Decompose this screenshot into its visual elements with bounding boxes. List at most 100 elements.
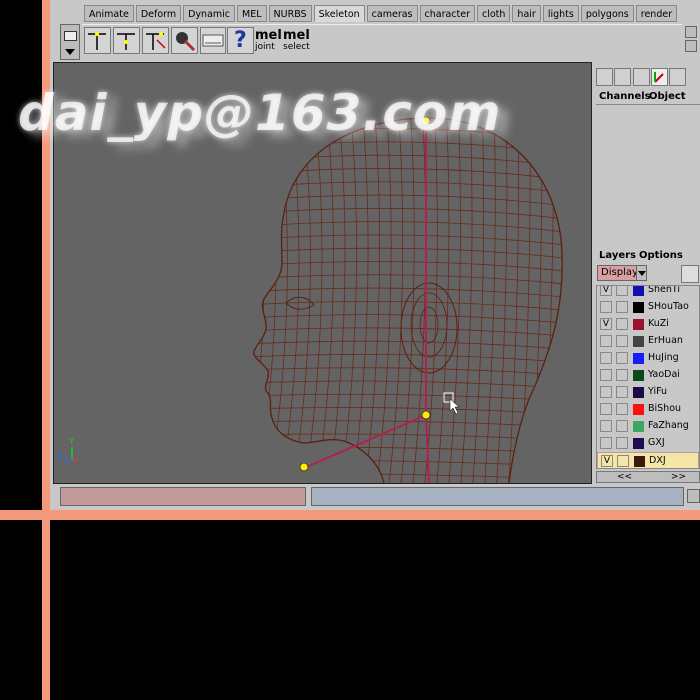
layer-visibility-toggle[interactable] — [600, 420, 612, 432]
insert-joint-button[interactable] — [113, 27, 140, 54]
layer-template-toggle[interactable] — [616, 437, 628, 449]
outliner-icon[interactable] — [651, 68, 668, 86]
layers-options[interactable]: Options — [639, 250, 683, 261]
tab-mel[interactable]: MEL — [237, 5, 267, 22]
mel-select-button[interactable]: mel select — [282, 27, 310, 54]
panel-toggle-icon[interactable] — [669, 68, 686, 86]
layer-visibility-toggle[interactable] — [600, 386, 612, 398]
layer-visibility-toggle[interactable] — [600, 352, 612, 364]
layer-template-toggle[interactable] — [616, 335, 628, 347]
layer-template-toggle[interactable] — [616, 286, 628, 296]
guide-line-horizontal — [0, 510, 700, 520]
layer-visibility-toggle[interactable]: V — [601, 455, 613, 467]
tool-settings-icon[interactable] — [633, 68, 650, 86]
layer-color-swatch[interactable] — [633, 421, 644, 432]
layer-row[interactable]: FaZhang — [597, 418, 699, 435]
tab-dynamic[interactable]: Dynamic — [183, 5, 236, 22]
help-button[interactable]: ? — [227, 27, 254, 54]
ik-handle-button[interactable] — [171, 27, 198, 54]
layer-color-swatch[interactable] — [633, 370, 644, 381]
layer-row[interactable]: V DXJ — [597, 452, 699, 468]
layer-row[interactable]: V KuZi — [597, 316, 699, 333]
tab-hair[interactable]: hair — [512, 5, 541, 22]
layer-visibility-toggle[interactable]: V — [600, 318, 612, 330]
layer-name: KuZi — [648, 318, 669, 329]
layer-visibility-toggle[interactable] — [600, 301, 612, 313]
scroll-left-icon[interactable]: << — [617, 472, 632, 482]
menu-lines-icon[interactable] — [687, 489, 700, 503]
layer-row[interactable]: ErHuan — [597, 333, 699, 350]
layer-color-swatch[interactable] — [633, 336, 644, 347]
layer-visibility-toggle[interactable] — [600, 369, 612, 381]
layer-visibility-toggle[interactable]: V — [600, 286, 612, 296]
layers-title[interactable]: Layers — [599, 250, 636, 261]
joint-tool-button[interactable] — [84, 27, 111, 54]
layer-row[interactable]: HuJing — [597, 350, 699, 367]
layer-template-toggle[interactable] — [616, 386, 628, 398]
tab-cloth[interactable]: cloth — [477, 5, 511, 22]
axis-z-label: Z — [57, 453, 64, 463]
channel-box-toolbar — [596, 68, 698, 88]
channel-box-icon[interactable] — [596, 68, 613, 86]
scroll-right-icon[interactable]: >> — [671, 472, 686, 482]
ik-spline-button[interactable] — [200, 27, 226, 54]
layer-template-toggle[interactable] — [616, 352, 628, 364]
layer-row[interactable]: SHouTao — [597, 299, 699, 316]
layer-template-toggle[interactable] — [616, 318, 628, 330]
range-slider[interactable] — [311, 487, 684, 506]
layer-row[interactable]: BiShou — [597, 401, 699, 418]
tab-skeleton[interactable]: Skeleton — [313, 5, 365, 22]
mel-select-label: select — [283, 42, 310, 52]
layers-list: V ShenTi SHouTao V KuZi ErHuan HuJing YaoDai YiF… — [596, 285, 700, 469]
layer-color-swatch[interactable] — [633, 404, 644, 415]
layer-color-swatch[interactable] — [633, 286, 644, 296]
layer-visibility-toggle[interactable] — [600, 437, 612, 449]
shelf-scroll-up-button[interactable] — [685, 26, 697, 38]
tab-character[interactable]: character — [419, 5, 475, 22]
time-slider[interactable] — [60, 487, 306, 506]
tab-cameras[interactable]: cameras — [366, 5, 418, 22]
layer-template-toggle[interactable] — [616, 301, 628, 313]
layers-scrollbar[interactable]: << >> — [596, 471, 700, 483]
tab-lights[interactable]: lights — [542, 5, 579, 22]
layer-row[interactable]: V ShenTi — [597, 286, 699, 299]
layer-template-toggle[interactable] — [616, 369, 628, 381]
neck-joint[interactable] — [421, 410, 431, 420]
tab-nurbs[interactable]: NURBS — [268, 5, 312, 22]
tab-animate[interactable]: Animate — [84, 5, 134, 22]
layer-color-swatch[interactable] — [633, 319, 644, 330]
reroot-skeleton-icon — [146, 32, 166, 50]
layer-template-toggle[interactable] — [616, 403, 628, 415]
reroot-skeleton-button[interactable] — [142, 27, 169, 54]
shelf-tabs: Animate Deform Dynamic MEL NURBS Skeleton came… — [84, 5, 679, 25]
layer-row[interactable]: GXJ — [597, 435, 699, 452]
layer-color-swatch[interactable] — [634, 456, 645, 467]
ik-spline-icon — [202, 34, 224, 47]
channel-box-area — [596, 104, 700, 243]
layer-visibility-toggle[interactable] — [600, 335, 612, 347]
attribute-editor-icon[interactable] — [614, 68, 631, 86]
layer-visibility-toggle[interactable] — [600, 403, 612, 415]
help-icon: ? — [234, 28, 247, 53]
shelf-scroll-down-button[interactable] — [685, 40, 697, 52]
layer-color-swatch[interactable] — [633, 438, 644, 449]
layer-row[interactable]: YaoDai — [597, 367, 699, 384]
create-layer-icon[interactable] — [681, 265, 699, 283]
tab-channels[interactable]: Channels — [599, 91, 651, 102]
mel-joint-button[interactable]: mel joint — [254, 27, 282, 54]
layer-color-swatch[interactable] — [633, 387, 644, 398]
chevron-down-icon[interactable] — [636, 265, 647, 281]
tab-object[interactable]: Object — [649, 91, 686, 102]
layer-name: FaZhang — [648, 420, 689, 431]
tab-polygons[interactable]: polygons — [580, 5, 634, 22]
layer-color-swatch[interactable] — [633, 302, 644, 313]
tab-render[interactable]: render — [635, 5, 678, 22]
layer-template-toggle[interactable] — [616, 420, 628, 432]
jaw-joint[interactable] — [299, 462, 309, 472]
layer-color-swatch[interactable] — [633, 353, 644, 364]
jaw-bone — [303, 414, 427, 469]
tab-deform[interactable]: Deform — [135, 5, 182, 22]
layer-row[interactable]: YiFu — [597, 384, 699, 401]
shelf-menu-button[interactable] — [60, 24, 80, 60]
layer-template-toggle[interactable] — [617, 455, 629, 467]
